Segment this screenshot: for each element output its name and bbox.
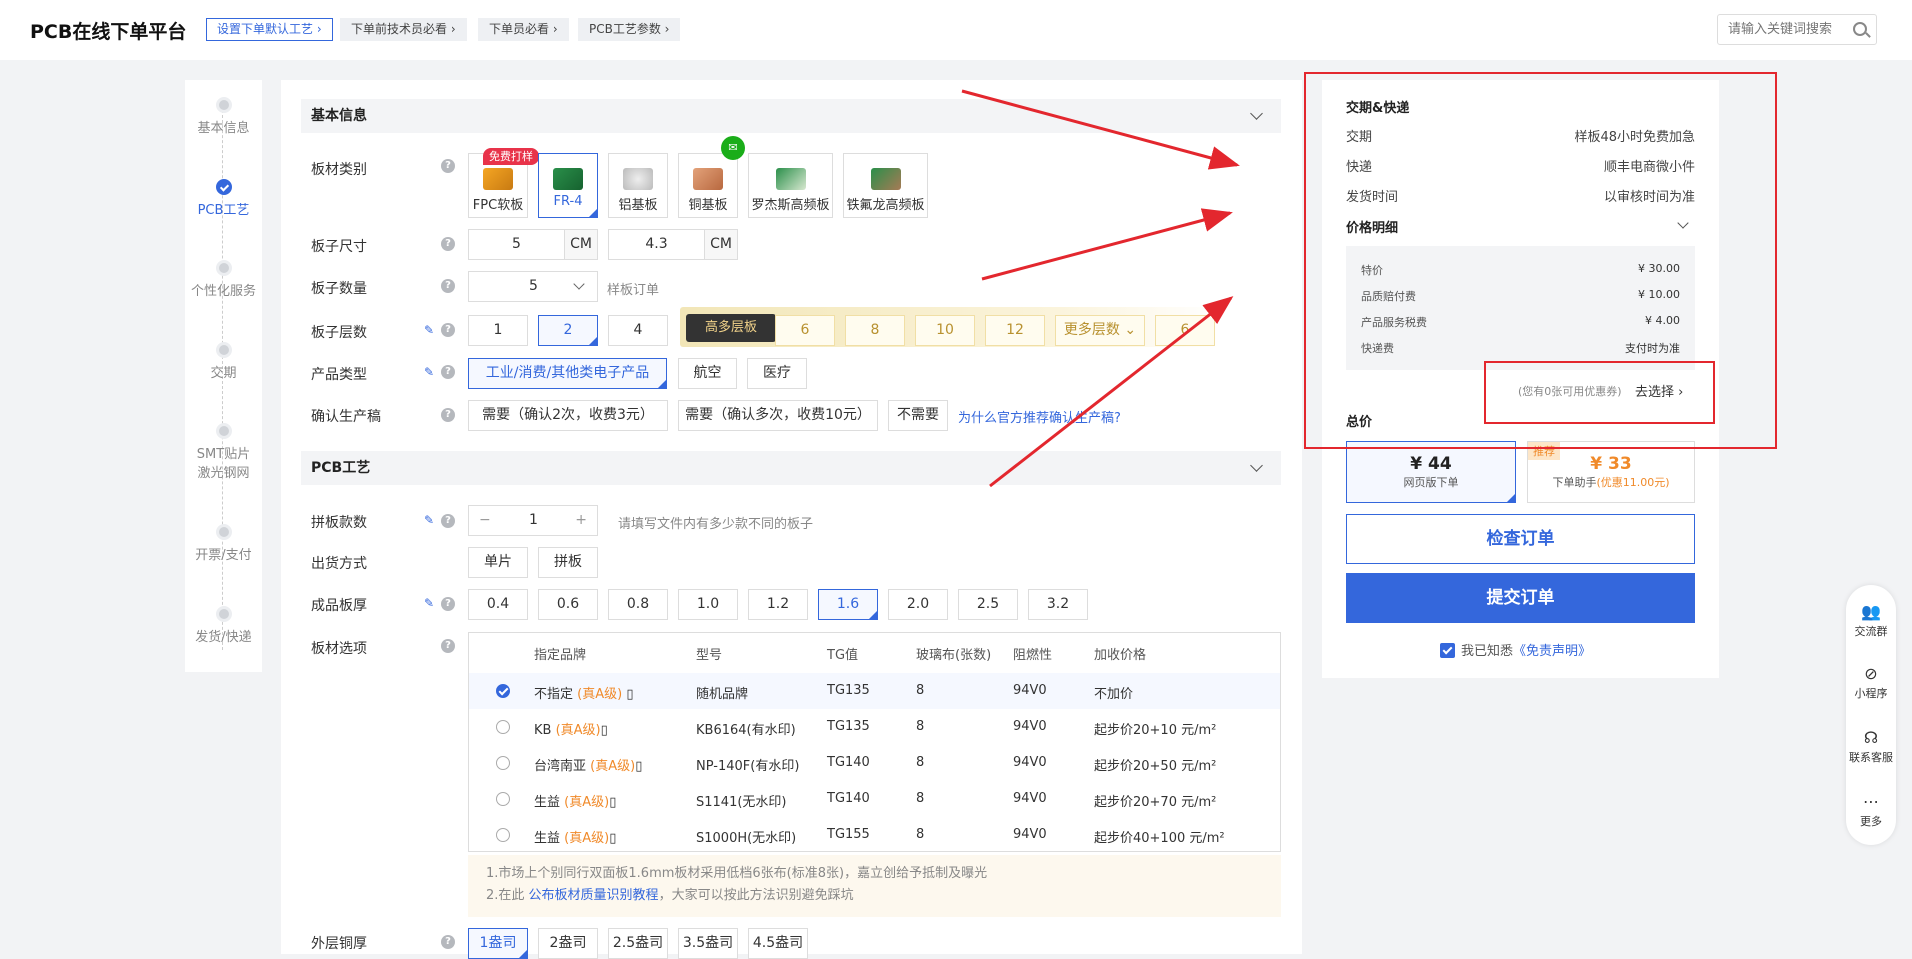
more-icon: ⋯ (1863, 792, 1879, 811)
float-label: 更多 (1860, 815, 1882, 828)
float-label: 联系客服 (1849, 751, 1893, 764)
arrow (989, 296, 1234, 488)
annotation-arrows (961, 89, 1240, 488)
group-chat-button[interactable]: 👥 交流群 (1846, 603, 1896, 639)
headset-icon: ☊ (1863, 728, 1879, 747)
users-icon: 👥 (1861, 602, 1881, 621)
link-icon: ⊘ (1864, 664, 1878, 683)
float-label: 小程序 (1854, 687, 1888, 700)
float-label: 交流群 (1854, 625, 1888, 638)
arrow (981, 208, 1233, 281)
more-button[interactable]: ⋯ 更多 (1846, 793, 1896, 829)
arrow (961, 89, 1240, 170)
support-button[interactable]: ☊ 联系客服 (1846, 729, 1896, 765)
floating-toolbar: 👥 交流群 ⊘ 小程序 ☊ 联系客服 ⋯ 更多 (1846, 585, 1896, 845)
mini-program-button[interactable]: ⊘ 小程序 (1846, 665, 1896, 701)
